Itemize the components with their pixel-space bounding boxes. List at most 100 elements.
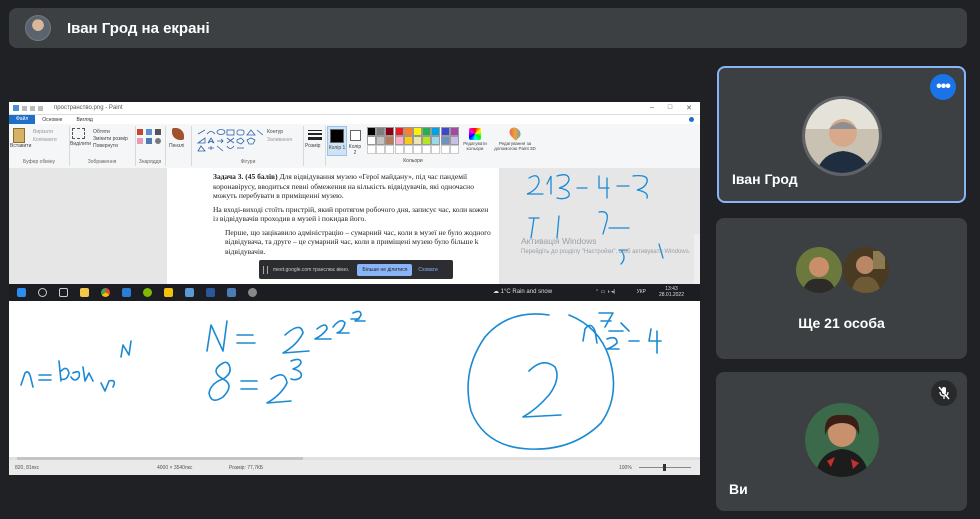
color-swatch[interactable]	[376, 127, 386, 136]
color-swatch[interactable]	[394, 127, 404, 136]
color-swatch[interactable]	[449, 136, 459, 145]
size-line-3	[308, 137, 322, 140]
empty-color-swatch[interactable]	[385, 145, 395, 154]
tab-home[interactable]: Основне	[35, 117, 69, 123]
color-swatch[interactable]	[440, 127, 450, 136]
task-view-icon[interactable]	[59, 288, 68, 297]
resize-button[interactable]: Змінити розмір	[93, 136, 128, 142]
size-button[interactable]: Розмір	[305, 143, 320, 149]
save-icon[interactable]	[22, 105, 27, 111]
color-swatch[interactable]	[385, 136, 395, 145]
brush-icon[interactable]	[172, 128, 184, 140]
empty-color-swatch[interactable]	[376, 145, 386, 154]
app-icon-yellow[interactable]	[164, 288, 173, 297]
help-icon[interactable]	[689, 117, 694, 122]
app-icon-blue[interactable]	[227, 288, 236, 297]
select-button[interactable]: Виділити	[70, 141, 91, 147]
color-swatch[interactable]	[403, 136, 413, 145]
color-swatch[interactable]	[440, 136, 450, 145]
color-swatch[interactable]	[431, 136, 441, 145]
participant-tile-others[interactable]: Ще 21 особа	[716, 218, 967, 359]
color-swatch[interactable]	[413, 127, 422, 136]
empty-color-swatch[interactable]	[449, 145, 459, 154]
cut-button[interactable]: Вирізати	[33, 129, 53, 135]
paint3d-button[interactable]: Редагування за допомогою Paint 3D	[491, 125, 539, 158]
image-group: Виділити Обтяти Змінити розмір Повернути…	[69, 126, 136, 166]
color-swatch[interactable]	[431, 127, 441, 136]
color-swatch[interactable]	[394, 136, 404, 145]
chrome-icon[interactable]	[101, 288, 110, 297]
paint-taskbar-icon[interactable]	[185, 288, 194, 297]
color-swatch[interactable]	[367, 136, 376, 145]
tools-caption: Знаряддя	[138, 159, 162, 165]
select-icon[interactable]	[72, 128, 85, 139]
color-swatch[interactable]	[367, 127, 376, 136]
handwriting-area[interactable]	[9, 301, 700, 457]
math-handwriting	[20, 310, 662, 450]
edit-colors-button[interactable]: Редагувати кольори	[463, 126, 487, 156]
color2-swatch	[349, 130, 361, 141]
empty-color-swatch[interactable]	[431, 145, 441, 154]
pencil-icon[interactable]	[137, 129, 143, 135]
search-icon[interactable]	[38, 288, 47, 297]
app-icon-green[interactable]	[143, 288, 152, 297]
tab-file[interactable]: Файл	[9, 115, 36, 124]
paste-icon[interactable]	[13, 128, 25, 143]
empty-color-swatch[interactable]	[367, 145, 376, 154]
windows-taskbar: ☁ 1°C Rain and snow ⌃ ▭ ◑ ◂) УКР 13:43 2…	[9, 284, 700, 301]
tab-view[interactable]: Вигляд	[69, 117, 99, 123]
fill-icon[interactable]	[146, 129, 152, 135]
shapes-gallery[interactable]	[197, 129, 263, 153]
taskbar-clock[interactable]: 13:43 28.01.2022	[659, 286, 684, 298]
empty-color-swatch[interactable]	[394, 145, 404, 154]
zoom-slider[interactable]	[639, 464, 691, 471]
redo-icon[interactable]	[38, 105, 43, 111]
participant-tile-ivan[interactable]: ••• Іван Грод	[717, 66, 966, 203]
color-picker-icon[interactable]	[146, 138, 152, 144]
empty-color-swatch[interactable]	[413, 145, 422, 154]
ivan-photo	[805, 99, 879, 173]
rotate-button[interactable]: Повернути	[93, 143, 118, 149]
language-indicator[interactable]: УКР	[637, 289, 646, 295]
maximize-icon[interactable]: □	[668, 104, 672, 112]
brushes-button[interactable]: Пензлі	[169, 143, 184, 149]
hide-button[interactable]: Сховати	[418, 267, 437, 273]
windows-start-icon[interactable]	[17, 288, 26, 297]
color1-label: Колір 1	[328, 145, 346, 151]
crop-button[interactable]: Обтяти	[93, 129, 110, 135]
text-icon[interactable]	[155, 129, 161, 135]
undo-icon[interactable]	[30, 105, 35, 111]
color-swatch[interactable]	[376, 136, 386, 145]
app-icon-gray[interactable]	[248, 288, 257, 297]
paste-button[interactable]: Вставити	[10, 143, 31, 149]
stop-sharing-button[interactable]: Більше не ділитися	[357, 263, 413, 276]
pause-icon	[263, 265, 268, 274]
empty-color-swatch[interactable]	[403, 145, 413, 154]
participant-tile-self[interactable]: Ви	[716, 372, 967, 511]
color-swatch[interactable]	[422, 127, 432, 136]
browser-icon[interactable]	[122, 288, 131, 297]
weather-widget[interactable]: ☁ 1°C Rain and snow	[493, 288, 552, 295]
color-swatch[interactable]	[403, 127, 413, 136]
eraser-icon[interactable]	[137, 138, 143, 144]
color-swatch[interactable]	[385, 127, 395, 136]
empty-color-swatch[interactable]	[440, 145, 450, 154]
more-options-button[interactable]: •••	[930, 74, 956, 100]
color2-button[interactable]: Колір 2	[347, 126, 363, 156]
close-icon[interactable]: ✕	[686, 104, 692, 112]
zoom-slider-thumb[interactable]	[663, 464, 666, 471]
outline-button[interactable]: Контур	[267, 129, 283, 135]
color-swatch[interactable]	[413, 136, 422, 145]
file-explorer-icon[interactable]	[80, 288, 89, 297]
minimize-icon[interactable]: –	[650, 104, 654, 112]
paint3d-icon	[507, 125, 523, 141]
copy-button[interactable]: Копіювати	[33, 137, 57, 143]
magnifier-icon[interactable]	[155, 138, 161, 144]
tray-icons[interactable]: ⌃ ▭ ◑ ◂)	[595, 289, 615, 295]
empty-color-swatch[interactable]	[422, 145, 432, 154]
color1-button[interactable]: Колір 1	[327, 126, 347, 156]
word-icon[interactable]	[206, 288, 215, 297]
color-swatch[interactable]	[422, 136, 432, 145]
fill-button[interactable]: Заливання	[267, 137, 292, 143]
color-swatch[interactable]	[449, 127, 459, 136]
